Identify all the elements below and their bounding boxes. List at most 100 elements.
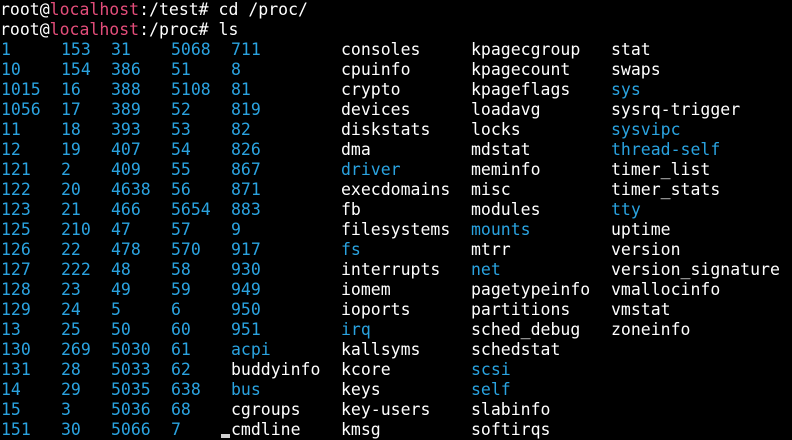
directory-entry: 826 — [231, 140, 261, 159]
ls-row: 130 269 5030 61 acpi kallsyms schedstat — [0, 340, 792, 360]
directory-entry: driver — [341, 160, 401, 179]
directory-entry: 151 — [1, 420, 31, 439]
directory-entry: 5 — [111, 300, 121, 319]
directory-entry: 388 — [111, 80, 141, 99]
file-entry: version — [611, 240, 681, 259]
ls-row: 11 18 393 53 82 diskstats locks sysvipc — [0, 120, 792, 140]
directory-entry: 154 — [61, 60, 91, 79]
directory-entry: 18 — [61, 120, 81, 139]
file-entry: cmdline — [231, 420, 301, 439]
ls-row: 123 21 466 5654 883 fb modules tty — [0, 200, 792, 220]
directory-entry: 30 — [61, 420, 81, 439]
directory-entry: 5033 — [111, 360, 151, 379]
file-entry: modules — [471, 200, 541, 219]
file-entry: vmstat — [611, 300, 671, 319]
directory-entry: 5066 — [111, 420, 151, 439]
directory-entry: 60 — [171, 320, 191, 339]
file-entry: dma — [341, 140, 371, 159]
directory-entry: 23 — [61, 280, 81, 299]
file-entry: slabinfo — [471, 400, 551, 419]
file-entry: softirqs — [471, 420, 551, 439]
file-entry: diskstats — [341, 120, 431, 139]
directory-entry: 68 — [171, 400, 191, 419]
directory-entry: 12 — [1, 140, 21, 159]
ls-row: 13 25 50 60 951 irq sched_debug zoneinfo — [0, 320, 792, 340]
directory-entry: 31 — [111, 40, 131, 59]
file-entry: crypto — [341, 80, 401, 99]
directory-entry: 11 — [1, 120, 21, 139]
file-entry: iomem — [341, 280, 391, 299]
file-entry: timer_stats — [611, 180, 721, 199]
directory-entry: 128 — [1, 280, 31, 299]
file-entry: consoles — [341, 40, 421, 59]
directory-entry: acpi — [231, 340, 271, 359]
directory-entry: 123 — [1, 200, 31, 219]
directory-entry: 54 — [171, 140, 191, 159]
directory-entry: 49 — [111, 280, 131, 299]
directory-entry: 13 — [1, 320, 21, 339]
directory-entry: 127 — [1, 260, 31, 279]
directory-entry: 125 — [1, 220, 31, 239]
file-entry: meminfo — [471, 160, 541, 179]
directory-entry: 17 — [61, 100, 81, 119]
directory-entry: 24 — [61, 300, 81, 319]
directory-entry: 883 — [231, 200, 261, 219]
file-entry: devices — [341, 100, 411, 119]
ls-row: 131 28 5033 62 buddyinfo kcore scsi — [0, 360, 792, 380]
directory-entry: 5036 — [111, 400, 151, 419]
file-entry: pagetypeinfo — [471, 280, 591, 299]
command-line: root@localhost:/proc# ls — [0, 20, 792, 40]
directory-entry: 269 — [61, 340, 91, 359]
directory-entry: 570 — [171, 240, 201, 259]
directory-entry: 20 — [61, 180, 81, 199]
directory-entry: 8 — [231, 60, 241, 79]
directory-entry: irq — [341, 320, 371, 339]
file-entry: misc — [471, 180, 511, 199]
file-entry: zoneinfo — [611, 320, 691, 339]
directory-entry: 21 — [61, 200, 81, 219]
file-entry: kpagecount — [471, 60, 571, 79]
directory-entry: scsi — [471, 360, 511, 379]
directory-entry: 819 — [231, 100, 261, 119]
directory-entry: 82 — [231, 120, 251, 139]
directory-entry: 48 — [111, 260, 131, 279]
directory-entry: 62 — [171, 360, 191, 379]
directory-entry: 58 — [171, 260, 191, 279]
directory-entry: 5035 — [111, 380, 151, 399]
directory-entry: 950 — [231, 300, 261, 319]
directory-entry: 19 — [61, 140, 81, 159]
directory-entry: 153 — [61, 40, 91, 59]
directory-entry: 386 — [111, 60, 141, 79]
file-entry: partitions — [471, 300, 571, 319]
directory-entry: 47 — [111, 220, 131, 239]
directory-entry: 5030 — [111, 340, 151, 359]
directory-entry: 22 — [61, 240, 81, 259]
directory-entry: 130 — [1, 340, 31, 359]
directory-entry: 131 — [1, 360, 31, 379]
directory-entry: 407 — [111, 140, 141, 159]
directory-entry: 210 — [61, 220, 91, 239]
command-line: root@localhost:/test# cd /proc/ — [0, 0, 792, 20]
file-entry: cgroups — [231, 400, 301, 419]
command-text: ls — [208, 20, 239, 39]
directory-entry: 7 — [171, 420, 181, 439]
directory-entry: 28 — [61, 360, 81, 379]
file-entry: locks — [471, 120, 521, 139]
file-entry: sched_debug — [471, 320, 581, 339]
file-entry: filesystems — [341, 220, 451, 239]
ls-row: 127 222 48 58 930 interrupts net version_signat… — [0, 260, 792, 280]
directory-entry: 638 — [171, 380, 201, 399]
directory-entry: 14 — [1, 380, 21, 399]
ls-row: 10 154 386 51 8 cpuinfo kpagecount swaps — [0, 60, 792, 80]
ls-row: 122 20 4638 56 871 execdomains misc timer_stats — [0, 180, 792, 200]
ls-row: 129 24 5 6 950 ioports partitions vmstat — [0, 300, 792, 320]
directory-entry: 129 — [1, 300, 31, 319]
directory-entry: 5068 — [171, 40, 211, 59]
directory-entry: 29 — [61, 380, 81, 399]
directory-entry: 126 — [1, 240, 31, 259]
ls-row: 14 29 5035 638 bus keys self — [0, 380, 792, 400]
terminal-window[interactable]: root@localhost:/test# cd /proc/ root@loc… — [0, 0, 792, 440]
directory-entry: 5108 — [171, 80, 211, 99]
file-entry: cpuinfo — [341, 60, 411, 79]
file-entry: schedstat — [471, 340, 561, 359]
